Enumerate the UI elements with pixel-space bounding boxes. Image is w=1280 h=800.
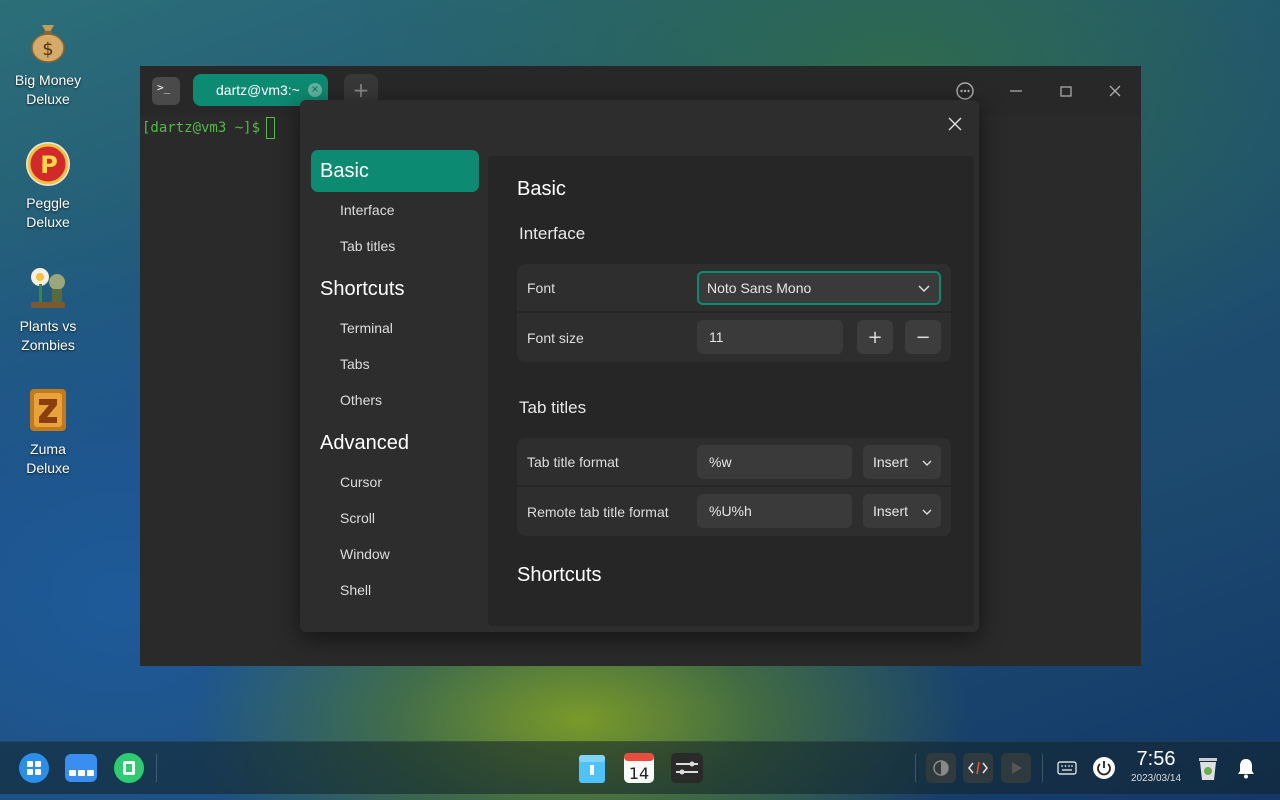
calendar-day: 14 — [629, 764, 649, 783]
nav-tabs[interactable]: Tabs — [311, 346, 479, 382]
night-mode-icon[interactable] — [926, 753, 956, 783]
peggle-icon: P — [24, 140, 72, 188]
taskbar-separator — [1042, 754, 1043, 782]
font-label: Font — [527, 279, 556, 296]
font-size-row: Font size 11 + − — [517, 313, 951, 362]
nav-tab-titles[interactable]: Tab titles — [311, 228, 479, 264]
desktop-icon-label: Plants vs Zombies — [19, 318, 77, 353]
svg-text:$: $ — [42, 39, 53, 60]
desktop-icon-peggle[interactable]: P Peggle Deluxe — [8, 140, 88, 232]
font-size-input[interactable]: 11 — [697, 320, 843, 354]
subsection-title-interface: Interface — [519, 224, 586, 243]
font-select[interactable]: Noto Sans Mono — [697, 271, 941, 305]
tab-close-icon[interactable]: × — [308, 83, 322, 97]
interface-group: Font Noto Sans Mono Font size 11 + − — [517, 264, 951, 362]
terminal-taskbar-icon[interactable] — [670, 751, 704, 785]
desktop-icon-label: Zuma Deluxe — [26, 441, 70, 476]
nav-cursor[interactable]: Cursor — [311, 464, 479, 500]
tab-title-insert-button[interactable]: Insert — [863, 445, 941, 479]
taskbar-separator — [915, 754, 916, 782]
terminal-prompt[interactable]: [dartz@vm3 ~]$ — [142, 117, 276, 139]
launcher-icon[interactable] — [17, 751, 51, 785]
font-size-label: Font size — [527, 329, 584, 346]
clock-date[interactable]: 2023/03/14 — [1124, 773, 1188, 784]
font-size-decrease-button[interactable]: − — [905, 320, 941, 354]
nav-shortcuts[interactable]: Shortcuts — [311, 268, 479, 310]
tab-titles-group: Tab title format %w Insert Remote tab ti… — [517, 438, 951, 536]
file-manager-icon[interactable] — [575, 751, 609, 785]
remote-tab-title-format-row: Remote tab title format %U%h Insert — [517, 487, 951, 536]
font-row: Font Noto Sans Mono — [517, 264, 951, 313]
keyboard-icon[interactable] — [1052, 753, 1082, 783]
money-bag-icon: $ — [24, 17, 72, 65]
tab-title-format-input[interactable]: %w — [697, 445, 852, 479]
nav-scroll[interactable]: Scroll — [311, 500, 479, 536]
desktop-icon-label: Big Money Deluxe — [14, 72, 82, 107]
maximize-icon[interactable] — [1054, 79, 1078, 103]
power-icon[interactable] — [1089, 753, 1119, 783]
tab-title-format-label: Tab title format — [527, 453, 619, 470]
desktop-icon-plants-vs-zombies[interactable]: Plants vs Zombies — [8, 263, 88, 355]
section-title-shortcuts: Shortcuts — [517, 564, 602, 586]
insert-label: Insert — [873, 503, 909, 519]
developer-mode-icon[interactable] — [963, 753, 993, 783]
zuma-icon — [24, 386, 72, 434]
minimize-icon[interactable] — [1004, 79, 1028, 103]
trash-icon[interactable] — [1193, 753, 1223, 783]
desktop-icon-big-money[interactable]: $ Big Money Deluxe — [8, 17, 88, 109]
svg-text:P: P — [40, 151, 58, 179]
nav-basic[interactable]: Basic — [311, 150, 479, 192]
insert-label: Insert — [873, 454, 909, 470]
taskbar-separator — [156, 754, 157, 782]
font-select-value: Noto Sans Mono — [707, 280, 812, 296]
section-title-basic: Basic — [517, 178, 566, 200]
settings-dialog[interactable]: Basic Interface Tab titles Shortcuts Ter… — [300, 100, 979, 632]
app-store-icon[interactable] — [112, 751, 146, 785]
tab-title-format-row: Tab title format %w Insert — [517, 438, 951, 487]
clock-time[interactable]: 7:56 — [1130, 748, 1182, 771]
desktop-icon-zuma[interactable]: Zuma Deluxe — [8, 386, 88, 478]
window-close-icon[interactable] — [1103, 79, 1127, 103]
nav-shell[interactable]: Shell — [311, 572, 479, 608]
remote-tab-title-format-label: Remote tab title format — [527, 503, 669, 520]
taskbar: 14 7:56 2023/03/14 — [0, 741, 1280, 794]
nav-others[interactable]: Others — [311, 382, 479, 418]
chevron-down-icon — [921, 505, 933, 517]
settings-nav: Basic Interface Tab titles Shortcuts Ter… — [311, 150, 479, 608]
nav-interface[interactable]: Interface — [311, 192, 479, 228]
notification-bell-icon[interactable] — [1231, 753, 1261, 783]
nav-advanced[interactable]: Advanced — [311, 422, 479, 464]
text-cursor — [266, 117, 276, 139]
dialog-close-icon[interactable] — [945, 114, 965, 134]
prompt-text: [dartz@vm3 ~]$ — [142, 120, 261, 136]
nav-terminal[interactable]: Terminal — [311, 310, 479, 346]
plants-vs-zombies-icon — [24, 263, 72, 311]
app-icon-glyph: >_ — [157, 81, 171, 94]
nav-window[interactable]: Window — [311, 536, 479, 572]
chevron-down-icon — [917, 281, 931, 295]
remote-tab-title-format-input[interactable]: %U%h — [697, 494, 852, 528]
multitask-view-icon[interactable] — [64, 751, 98, 785]
desktop-icon-label: Peggle Deluxe — [26, 195, 70, 230]
chevron-down-icon — [921, 456, 933, 468]
remote-tab-title-insert-button[interactable]: Insert — [863, 494, 941, 528]
calendar-icon[interactable]: 14 — [622, 751, 656, 785]
font-size-increase-button[interactable]: + — [857, 320, 893, 354]
settings-content[interactable]: Basic Interface Font Noto Sans Mono Font… — [488, 156, 974, 626]
screen-recorder-icon[interactable] — [1001, 753, 1031, 783]
terminal-app-icon: >_ — [152, 77, 180, 105]
tab-title: dartz@vm3:~ — [216, 82, 300, 98]
subsection-title-tab-titles: Tab titles — [519, 398, 587, 417]
